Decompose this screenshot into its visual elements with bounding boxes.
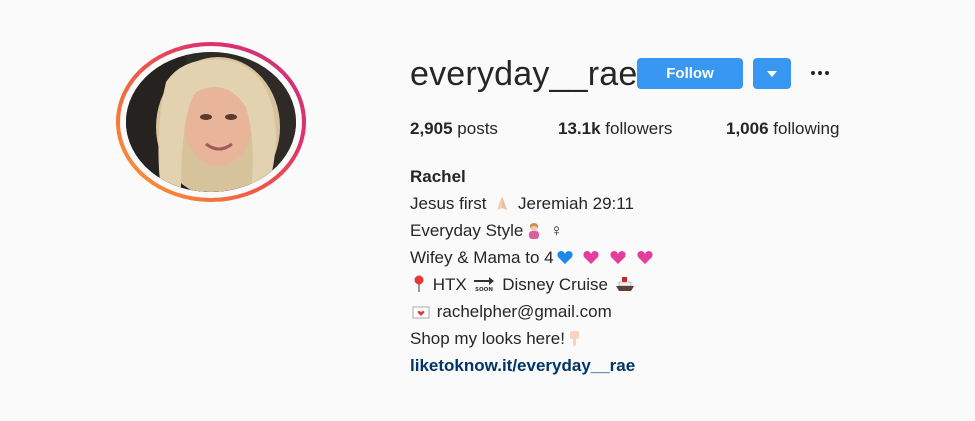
profile-bio: Rachel Jesus first Jeremiah 29:11 Everyd… (410, 163, 950, 379)
bio-text: HTX (432, 275, 467, 294)
bio-text: Wifey & Mama to 4 (410, 248, 554, 267)
full-name: Rachel (410, 167, 466, 186)
more-options-button[interactable] (808, 62, 832, 84)
followers-label: followers (605, 119, 673, 138)
bio-text: Disney Cruise (502, 275, 609, 294)
following-count: 1,006 (726, 119, 769, 138)
bio-line: Shop my looks here! (410, 325, 950, 352)
profile-avatar[interactable] (116, 42, 306, 202)
profile-website-link[interactable]: liketoknow.it/everyday__rae (410, 352, 950, 379)
bio-text: ♀ (550, 221, 563, 240)
bio-text: Shop my looks here! (410, 329, 565, 348)
posts-count: 2,905 (410, 119, 453, 138)
suggestions-dropdown-button[interactable] (753, 58, 791, 89)
pointing-down-icon (569, 331, 579, 346)
praying-hands-icon (497, 196, 508, 210)
blue-heart-icon (557, 251, 573, 264)
followers-stat[interactable]: 13.1k followers (558, 119, 672, 139)
woman-tipping-hand-icon (529, 223, 540, 239)
username: everyday__rae (410, 55, 638, 93)
pin-icon (414, 275, 424, 292)
follow-button[interactable]: Follow (637, 58, 743, 89)
bio-line: rachelpher@gmail.com (410, 298, 950, 325)
followers-count: 13.1k (558, 119, 601, 138)
svg-text:SOON: SOON (476, 287, 494, 293)
ship-icon (615, 277, 634, 291)
bio-text: Jesus first (410, 194, 487, 213)
posts-stat: 2,905 posts (410, 119, 498, 139)
profile-stats: 2,905 posts 13.1k followers 1,006 follow… (410, 119, 950, 141)
bio-line: Everyday Style ♀ (410, 217, 950, 244)
chevron-down-icon (767, 70, 777, 77)
bio-text: Everyday Style (410, 221, 524, 240)
soon-arrow-icon: SOON (474, 277, 495, 293)
email-text: rachelpher@gmail.com (436, 302, 612, 321)
bio-text: Jeremiah 29:11 (518, 194, 634, 213)
pink-heart-icon (583, 251, 599, 264)
more-options-icon (811, 71, 815, 75)
love-letter-icon (412, 306, 430, 319)
pink-heart-icon (610, 251, 626, 264)
bio-line: HTX SOON Disney Cruise (410, 271, 950, 298)
avatar-photo (126, 52, 296, 192)
bio-line: Wifey & Mama to 4 (410, 244, 950, 271)
pink-heart-icon (637, 251, 653, 264)
posts-label: posts (457, 119, 498, 138)
bio-line: Jesus first Jeremiah 29:11 (410, 190, 950, 217)
following-label: following (773, 119, 840, 138)
following-stat[interactable]: 1,006 following (726, 119, 839, 139)
